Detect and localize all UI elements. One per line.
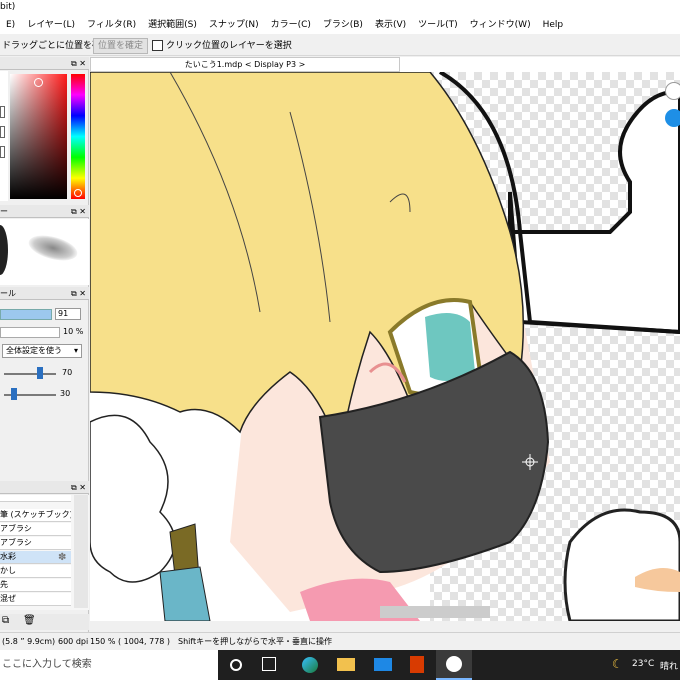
app-icon <box>446 656 462 672</box>
tool-options-bar: ドラッグごとに位置を確定 位置を確定 クリック位置のレイヤーを選択 <box>0 36 680 56</box>
zoom-level: 150 % <box>90 637 116 646</box>
task-view-icon[interactable] <box>262 657 276 671</box>
brush-preview-header: ー ⧉ ✕ <box>0 205 89 218</box>
brush-row-partial[interactable] <box>0 495 71 502</box>
brush-row-sketch[interactable]: 筆 (スケッチブック) <box>0 509 71 522</box>
menu-tool[interactable]: ツール(T) <box>412 18 464 32</box>
brush-preview <box>0 219 89 285</box>
menu-color[interactable]: カラー(C) <box>265 18 317 32</box>
trash-icon[interactable]: 🗑 <box>23 615 36 626</box>
medibang-taskbar-app[interactable] <box>436 650 472 680</box>
avatar[interactable] <box>665 82 680 100</box>
brush-list-footer: ⧉ 🗑 <box>0 614 89 630</box>
menu-list: E) レイヤー(L) フィルタ(R) 選択範囲(S) スナップ(N) カラー(C… <box>0 18 569 32</box>
status-hint: Shiftキーを押しながらで水平・垂直に操作 <box>178 637 332 646</box>
menu-brush[interactable]: ブラシ(B) <box>317 18 369 32</box>
size-bar[interactable] <box>0 309 52 320</box>
window-title: bit) <box>0 2 16 12</box>
menu-filter[interactable]: フィルタ(R) <box>81 18 142 32</box>
chevron-down-icon: ▾ <box>73 346 78 355</box>
cortana-icon[interactable] <box>230 659 242 671</box>
left-dock: ⧉ ✕ ー ⧉ ✕ ール ⧉ ✕ 91 10 % 全体設定を使う ▾ 70 30… <box>0 57 89 632</box>
menu-selection[interactable]: 選択範囲(S) <box>142 18 203 32</box>
status-bar: (5.8 ” 9.9cm) 600 dpi 150 % ( 1004, 778 … <box>0 632 680 650</box>
canvas-dpi: 600 dpi <box>58 637 89 646</box>
weather-text: 晴れ <box>660 662 679 672</box>
file-explorer-icon[interactable] <box>337 658 355 671</box>
menu-layer[interactable]: レイヤー(L) <box>21 18 81 32</box>
edge-icon[interactable] <box>302 657 318 673</box>
saturation-value-picker[interactable] <box>10 74 67 199</box>
canvas-artwork <box>90 72 680 621</box>
document-tab[interactable]: たいこう1.mdp < Display P3 > <box>90 57 400 72</box>
panel-controls-icon[interactable]: ⧉ ✕ <box>71 481 86 494</box>
brush-list: 筆 (スケッチブック) アブラシ アブラシ 水彩 ✽ かし 先 混ぜ <box>0 495 89 610</box>
menu-view[interactable]: 表示(V) <box>369 18 412 32</box>
office-icon[interactable] <box>410 656 424 673</box>
frill-right <box>563 508 680 621</box>
blend-mode-value: 全体設定を使う <box>6 346 62 355</box>
click-select-label: クリック位置のレイヤーを選択 <box>166 41 292 51</box>
gear-icon[interactable]: ✽ <box>58 552 66 563</box>
eye-iris <box>425 313 475 381</box>
menu-window[interactable]: ウィンドウ(W) <box>464 18 537 32</box>
brush-row-tip[interactable]: 先 <box>0 579 71 592</box>
brush-dot-preview <box>0 225 8 275</box>
opacity-value: 10 % <box>63 327 84 336</box>
menu-help[interactable]: Help <box>537 18 570 32</box>
opacity-bar[interactable] <box>0 327 60 338</box>
taskbar-search[interactable]: ここに入力して検索 <box>0 650 218 680</box>
brush-row-blur[interactable]: かし <box>0 565 71 578</box>
canvas-hscrollbar <box>380 606 490 618</box>
panel-controls-icon[interactable]: ⧉ ✕ <box>71 57 86 70</box>
click-select-checkbox[interactable] <box>152 40 163 51</box>
picker-cursor[interactable] <box>34 78 43 87</box>
menu-edit[interactable]: E) <box>0 18 21 32</box>
copy-icon[interactable]: ⧉ <box>2 615 9 626</box>
slider1-track[interactable] <box>4 373 56 375</box>
brush-list-header: ⧉ ✕ <box>0 481 89 494</box>
color-swatch-column <box>0 71 8 201</box>
brush-list-scrollbar[interactable] <box>74 495 88 608</box>
tool-panel-header: ール ⧉ ✕ <box>0 287 89 300</box>
swatch-bg[interactable] <box>0 126 5 138</box>
ribbon-blue <box>159 566 211 621</box>
panel-controls-icon[interactable]: ⧉ ✕ <box>71 205 86 218</box>
confirm-position-button[interactable]: 位置を確定 <box>93 38 149 54</box>
canvas-size: (5.8 ” 9.9cm) <box>2 637 56 646</box>
user-badge-icon[interactable] <box>665 109 680 127</box>
brush-row-blend[interactable]: 混ぜ <box>0 593 71 606</box>
menu-snap[interactable]: スナップ(N) <box>203 18 265 32</box>
blend-mode-select[interactable]: 全体設定を使う ▾ <box>2 344 82 358</box>
temperature: 23°C <box>632 659 655 669</box>
windows-taskbar: ここに入力して検索 ☾ 23°C 晴れ <box>0 650 680 680</box>
brush-row-airbrush-1[interactable]: アブラシ <box>0 523 71 536</box>
slider2-thumb[interactable] <box>11 388 17 400</box>
brush-stroke-preview <box>26 230 80 266</box>
hue-cursor[interactable] <box>74 189 82 197</box>
swatch-extra[interactable] <box>0 146 5 158</box>
brush-preview-title: ー <box>0 207 8 216</box>
hue-slider[interactable] <box>71 74 85 199</box>
panel-controls-icon[interactable]: ⧉ ✕ <box>71 287 86 300</box>
size-input[interactable]: 91 <box>55 308 81 320</box>
swatch-fg[interactable] <box>0 106 5 118</box>
slider1-value: 70 <box>62 368 73 377</box>
color-panel-header: ⧉ ✕ <box>0 57 89 70</box>
cursor-coords: ( 1004, 778 ) <box>118 637 171 646</box>
menu-bar: bit) E) レイヤー(L) フィルタ(R) 選択範囲(S) スナップ(N) … <box>0 0 680 34</box>
slider1-thumb[interactable] <box>37 367 43 379</box>
tool-panel-title: ール <box>0 289 16 298</box>
canvas-area[interactable]: たいこう1.mdp < Display P3 > <box>90 57 680 621</box>
slider2-value: 30 <box>60 389 71 398</box>
brush-row-airbrush-2[interactable]: アブラシ <box>0 537 71 550</box>
weather-moon-icon[interactable]: ☾ <box>612 657 623 671</box>
frill-left <box>90 414 176 583</box>
mail-icon[interactable] <box>374 658 392 671</box>
